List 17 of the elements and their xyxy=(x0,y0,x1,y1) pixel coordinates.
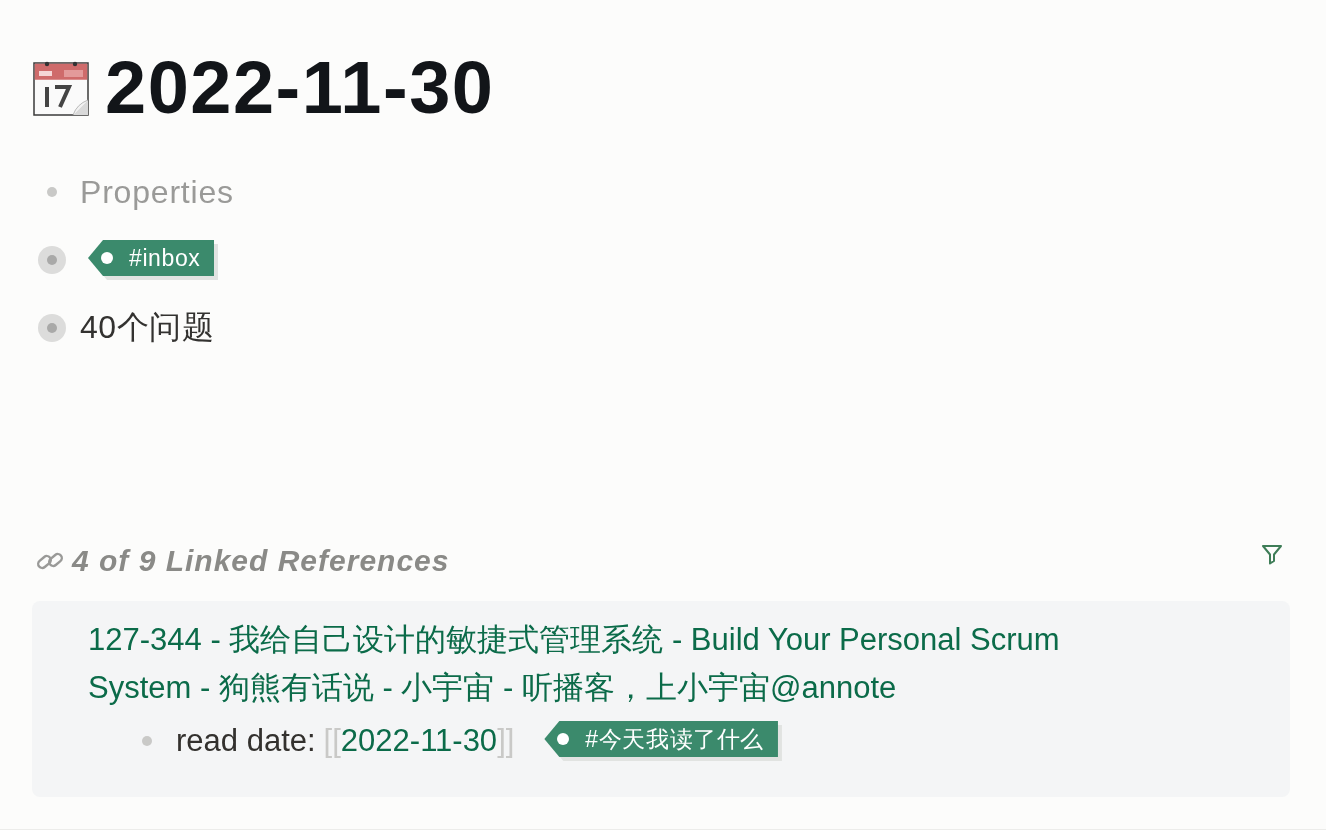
page-link[interactable]: 127-344 - 我给自己设计的敏捷式管理系统 - Build Your Personal Scrum System - 狗熊有话说 - 小宇宙 - 听播客，上小宇宙@annote xyxy=(88,616,1128,712)
properties-label: Properties xyxy=(80,173,234,211)
bracket-text: ]] xyxy=(497,723,515,759)
bullet-icon[interactable] xyxy=(38,314,66,342)
filter-icon[interactable] xyxy=(1261,543,1283,565)
bullet-icon[interactable] xyxy=(142,736,152,746)
linked-references-heading: 4 of 9 Linked References xyxy=(72,544,450,578)
date-link[interactable]: 2022-11-30 xyxy=(340,723,498,759)
bullet-icon[interactable] xyxy=(38,246,66,274)
property-label: read date: xyxy=(176,723,316,759)
tag-hole-icon xyxy=(557,733,570,745)
calendar-icon xyxy=(33,60,89,116)
tag-hole-icon xyxy=(101,252,113,264)
page-title: 2022-11-30 xyxy=(105,45,495,131)
bullet-icon[interactable] xyxy=(47,187,57,197)
bracket-text: [[ xyxy=(323,723,341,759)
block-text: 40个问题 xyxy=(80,308,215,347)
